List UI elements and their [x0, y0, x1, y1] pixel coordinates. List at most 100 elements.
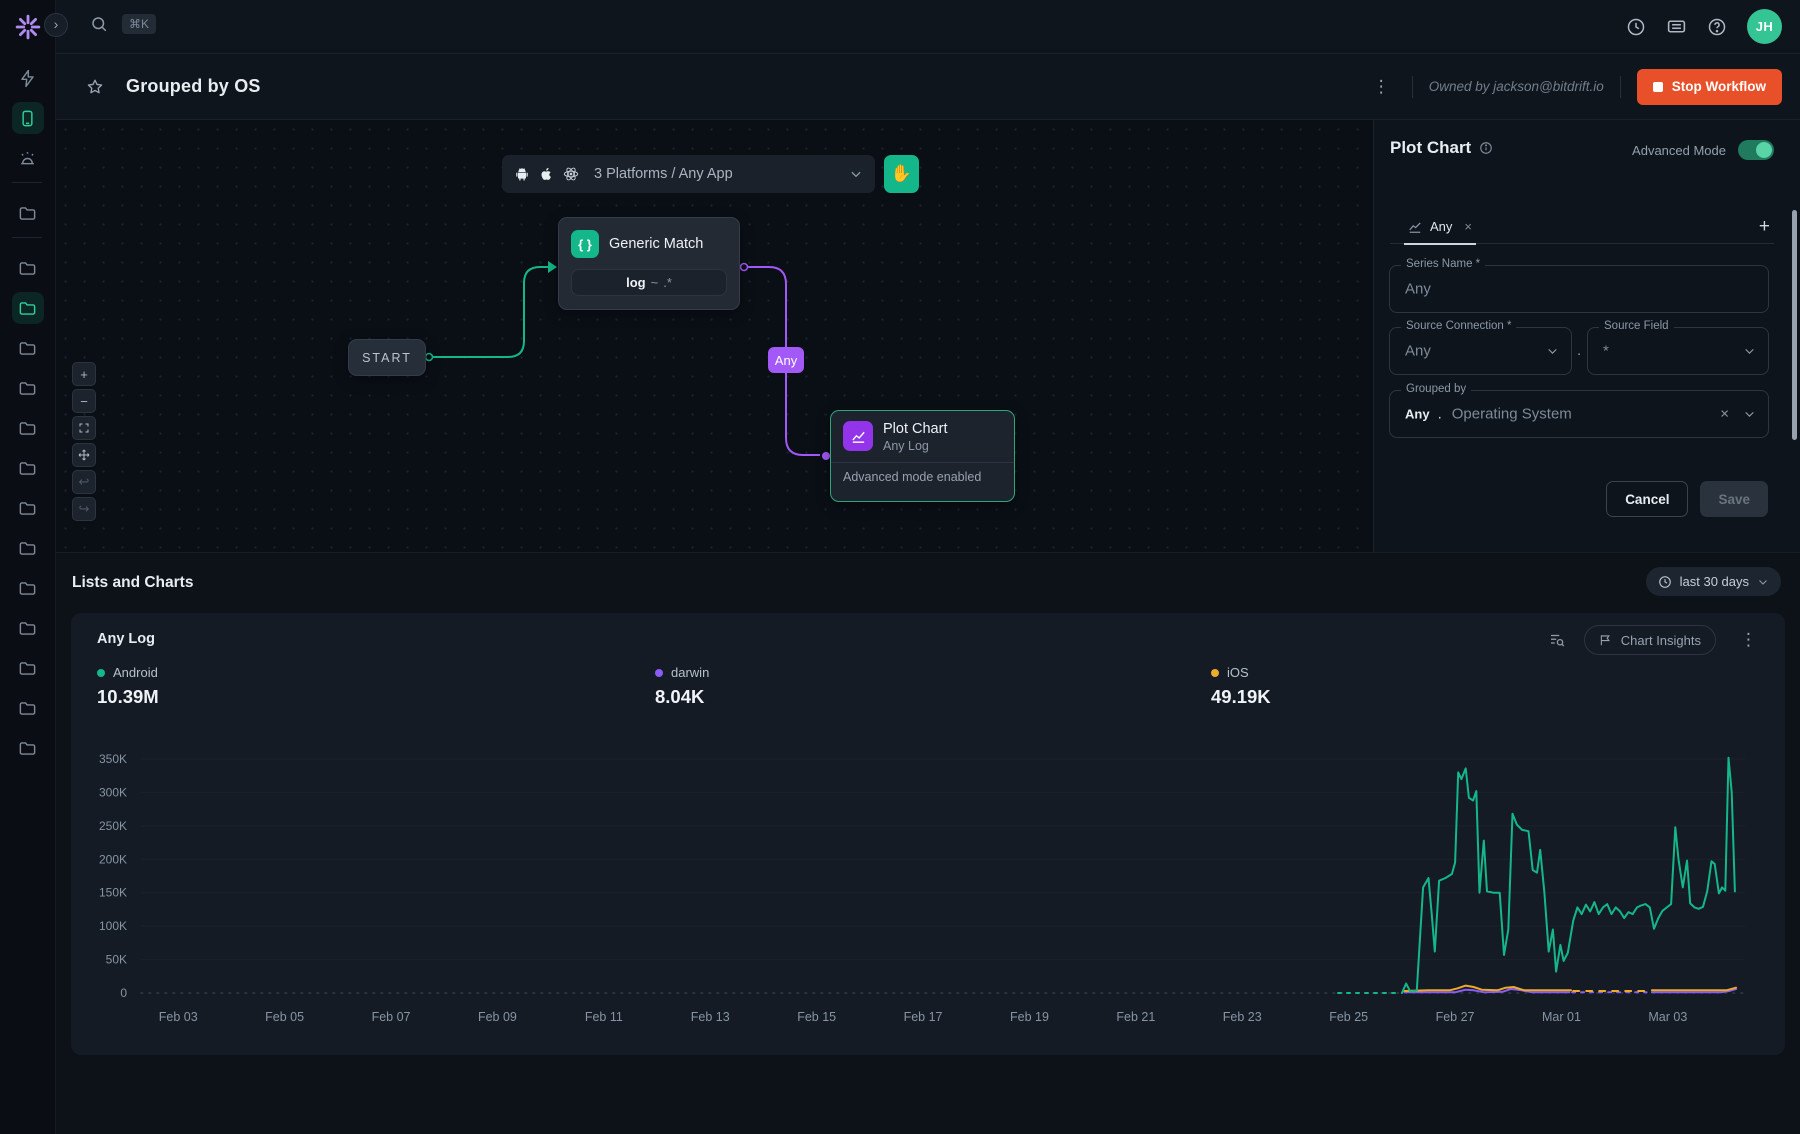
- sidebar-item-1-smartphone-icon[interactable]: [12, 102, 44, 134]
- svg-text:Feb 15: Feb 15: [797, 1010, 836, 1024]
- sidebar-item-11-folder-icon[interactable]: [12, 452, 44, 484]
- sidebar-item-15-folder-icon[interactable]: [12, 612, 44, 644]
- divider: [1620, 76, 1621, 98]
- tab-close-icon[interactable]: ×: [1464, 219, 1472, 234]
- legend-value: 8.04K: [655, 686, 709, 708]
- clear-icon[interactable]: ×: [1720, 406, 1729, 423]
- plot-chart-node[interactable]: Plot Chart Any Log Advanced mode enabled: [830, 410, 1015, 502]
- zoom-out-button[interactable]: −: [72, 389, 96, 413]
- divider: [1412, 76, 1413, 98]
- sidebar-item-7-folder-icon[interactable]: [12, 292, 44, 324]
- header-kebab-menu[interactable]: ⋮: [1367, 77, 1396, 97]
- search-logs-icon[interactable]: [1548, 631, 1566, 649]
- bitdrift-logo-icon[interactable]: [11, 10, 45, 44]
- legend-item-iOS[interactable]: iOS 49.19K: [1211, 665, 1271, 708]
- sidebar-item-0-lightning-icon[interactable]: [12, 62, 44, 94]
- info-icon[interactable]: [1479, 141, 1493, 155]
- time-range-selector[interactable]: last 30 days: [1646, 567, 1781, 596]
- lists-and-charts-section: Lists and Charts last 30 days Any Log Ch…: [56, 552, 1800, 1134]
- fit-view-button[interactable]: [72, 416, 96, 440]
- svg-text:Feb 09: Feb 09: [478, 1010, 517, 1024]
- sidebar-item-16-folder-icon[interactable]: [12, 652, 44, 684]
- user-avatar[interactable]: JH: [1747, 9, 1782, 44]
- platform-selector[interactable]: 3 Platforms / Any App: [502, 155, 875, 193]
- search-shortcut-badge: ⌘K: [122, 14, 156, 34]
- legend-item-Android[interactable]: Android10.39M: [97, 665, 159, 708]
- legend-value: 49.19K: [1211, 686, 1271, 708]
- svg-text:Feb 07: Feb 07: [372, 1010, 411, 1024]
- favorite-star-icon[interactable]: [86, 78, 104, 96]
- sidebar-item-18-folder-icon[interactable]: [12, 732, 44, 764]
- sidebar-item-4-folder-icon[interactable]: [12, 197, 44, 229]
- sidebar-item-8-folder-icon[interactable]: [12, 332, 44, 364]
- keyboard-icon[interactable]: [1666, 16, 1687, 37]
- sidebar-item-12-folder-icon[interactable]: [12, 492, 44, 524]
- grouped-by-field[interactable]: Grouped by Any . Operating System ×: [1389, 390, 1769, 438]
- edge-label-badge[interactable]: Any: [768, 347, 804, 373]
- chevron-down-icon[interactable]: [1743, 408, 1756, 421]
- clock-icon: [1658, 575, 1672, 589]
- chevron-down-icon: [1546, 345, 1559, 358]
- svg-text:Feb 23: Feb 23: [1223, 1010, 1262, 1024]
- stop-workflow-button[interactable]: Stop Workflow: [1637, 69, 1782, 105]
- field-separator: .: [1577, 342, 1581, 359]
- series-name-field[interactable]: Series Name * Any: [1389, 265, 1769, 313]
- workflow-header: Grouped by OS ⋮ Owned by jackson@bitdrif…: [56, 54, 1800, 120]
- svg-text:Mar 03: Mar 03: [1648, 1010, 1687, 1024]
- plot-chart-footer: Advanced mode enabled: [831, 462, 1014, 491]
- sidebar-item-14-folder-icon[interactable]: [12, 572, 44, 604]
- workflow-canvas[interactable]: 3 Platforms / Any App ✋ START { } Generi…: [56, 120, 1373, 552]
- electron-icon: [563, 166, 579, 182]
- svg-text:250K: 250K: [99, 819, 127, 833]
- grouped-by-value: Operating System: [1452, 406, 1572, 423]
- pan-mode-button[interactable]: [72, 443, 96, 467]
- series-tabs: Any × +: [1390, 210, 1774, 244]
- advanced-mode-toggle[interactable]: [1738, 140, 1774, 160]
- platform-selector-label: 3 Platforms / Any App: [594, 166, 840, 182]
- sidebar-items: [12, 62, 44, 772]
- sidebar-item-9-folder-icon[interactable]: [12, 372, 44, 404]
- help-icon[interactable]: [1707, 17, 1727, 37]
- cancel-button[interactable]: Cancel: [1606, 481, 1688, 517]
- svg-text:Feb 11: Feb 11: [585, 1010, 623, 1024]
- braces-icon: { }: [571, 230, 599, 258]
- chart-insights-button[interactable]: Chart Insights: [1584, 625, 1716, 655]
- collapse-sidebar-button[interactable]: ›: [44, 13, 68, 37]
- source-connection-select[interactable]: Source Connection * Any: [1389, 327, 1572, 375]
- generic-match-node[interactable]: { } Generic Match log ~ .*: [558, 217, 740, 310]
- zoom-in-button[interactable]: +: [72, 362, 96, 386]
- chart-kebab-menu[interactable]: ⋮: [1734, 630, 1763, 650]
- sidebar-item-10-folder-icon[interactable]: [12, 412, 44, 444]
- svg-text:Feb 25: Feb 25: [1329, 1010, 1368, 1024]
- undo-button[interactable]: ↩: [72, 470, 96, 494]
- legend-name: iOS: [1227, 665, 1249, 680]
- plot-chart-title: Plot Chart: [883, 421, 947, 437]
- source-field-select[interactable]: Source Field *: [1587, 327, 1769, 375]
- svg-text:Feb 03: Feb 03: [159, 1010, 198, 1024]
- sidebar-item-17-folder-icon[interactable]: [12, 692, 44, 724]
- insights-icon: [1599, 633, 1613, 647]
- generic-match-title: Generic Match: [609, 236, 703, 252]
- sidebar-item-13-folder-icon[interactable]: [12, 532, 44, 564]
- tab-label: Any: [1430, 219, 1452, 234]
- line-chart-icon: [843, 421, 873, 451]
- add-series-tab-button[interactable]: +: [1755, 216, 1774, 238]
- history-icon[interactable]: [1626, 17, 1646, 37]
- svg-text:150K: 150K: [99, 886, 127, 900]
- panel-scrollbar[interactable]: [1792, 210, 1797, 440]
- svg-text:Feb 21: Feb 21: [1116, 1010, 1155, 1024]
- legend-item-darwin[interactable]: darwin8.04K: [655, 665, 709, 708]
- sidebar-item-6-folder-icon[interactable]: [12, 252, 44, 284]
- section-title: Lists and Charts: [72, 574, 193, 592]
- sidebar-item-2-siren-icon[interactable]: [12, 142, 44, 174]
- page-title: Grouped by OS: [126, 76, 261, 97]
- redo-button[interactable]: ↪: [72, 497, 96, 521]
- save-button[interactable]: Save: [1700, 481, 1768, 517]
- tab-any[interactable]: Any ×: [1390, 210, 1486, 244]
- svg-text:Feb 19: Feb 19: [1010, 1010, 1049, 1024]
- start-node[interactable]: START: [348, 339, 426, 376]
- svg-text:Mar 01: Mar 01: [1542, 1010, 1581, 1024]
- pan-tool-button[interactable]: ✋: [884, 155, 919, 193]
- search-icon[interactable]: [90, 15, 108, 33]
- match-rule-pill: log ~ .*: [571, 269, 727, 296]
